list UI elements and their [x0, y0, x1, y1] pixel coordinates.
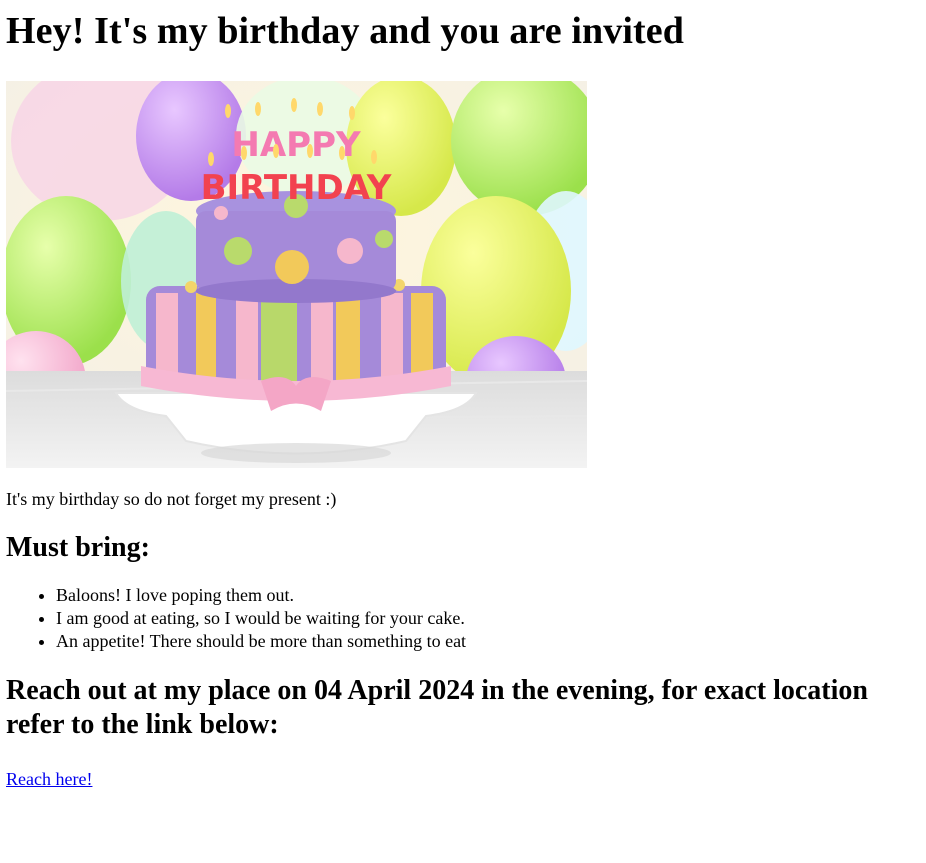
present-note: It's my birthday so do not forget my pre…	[6, 489, 337, 509]
must-bring-list: Baloons! I love poping them out. I am go…	[6, 584, 920, 653]
svg-text:BIRTHDAY: BIRTHDAY	[201, 168, 392, 208]
must-bring-heading: Must bring:	[6, 532, 150, 563]
reach-here-link[interactable]: Reach here!	[6, 768, 92, 790]
page-title: Hey! It's my birthday and you are invite…	[6, 10, 684, 52]
list-item: I am good at eating, so I would be waiti…	[56, 607, 920, 630]
reach-heading: Reach out at my place on 04 April 2024 i…	[6, 675, 868, 740]
list-item: An appetite! There should be more than s…	[56, 630, 920, 653]
list-item: Baloons! I love poping them out.	[56, 584, 920, 607]
birthday-cake-image: HAPPY BIRTHDAY	[6, 81, 587, 468]
page: Hey! It's my birthday and you are invite…	[0, 0, 926, 790]
